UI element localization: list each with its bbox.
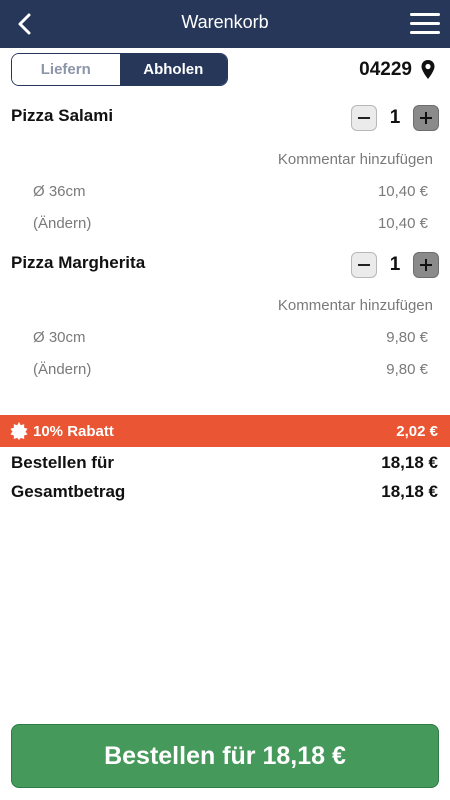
zip-code[interactable]: 04229 [359,59,412,81]
page-title: Warenkorb [181,12,269,32]
increase-quantity-button[interactable] [413,105,439,131]
size-price: 9,80 € [386,329,428,346]
cart-item-name: Pizza Margherita [11,253,146,272]
tab-abholen[interactable]: Abholen [119,54,227,85]
quantity-value: 1 [389,254,401,275]
size-price: 10,40 € [377,183,428,200]
change-price: 9,80 € [386,361,428,378]
discount-bar: 10% Rabatt 2,02 € [0,415,450,447]
discount-badge-icon [10,422,28,440]
change-option-link[interactable]: (Ändern) [33,361,91,378]
plus-icon [420,112,432,124]
tab-liefern[interactable]: Liefern [12,54,120,85]
cart-item-name: Pizza Salami [11,106,114,125]
quantity-value: 1 [389,107,401,128]
total-label: Gesamtbetrag [11,482,126,501]
change-price: 10,40 € [377,215,428,232]
decrease-quantity-button[interactable] [351,105,377,131]
minus-icon [358,264,370,266]
delivery-mode-toggle: Liefern Abholen [11,53,228,86]
decrease-quantity-button[interactable] [351,252,377,278]
order-for-label: Bestellen für [11,453,114,472]
order-for-value: 18,18 € [381,453,438,472]
discount-label: 10% Rabatt [33,423,114,440]
discount-value: 2,02 € [396,423,438,440]
total-value: 18,18 € [381,482,438,501]
size-option: Ø 36cm [33,183,86,200]
increase-quantity-button[interactable] [413,252,439,278]
plus-icon [420,259,432,271]
menu-button[interactable] [408,10,442,38]
app-header: Warenkorb [0,0,450,48]
hamburger-menu-icon [410,13,440,34]
change-option-link[interactable]: (Ändern) [33,215,91,232]
minus-icon [358,117,370,119]
location-pin-icon[interactable] [420,59,436,81]
size-option: Ø 30cm [33,329,86,346]
place-order-button[interactable]: Bestellen für 18,18 € [11,724,439,788]
add-comment-link[interactable]: Kommentar hinzufügen [278,151,433,168]
add-comment-link[interactable]: Kommentar hinzufügen [278,297,433,314]
